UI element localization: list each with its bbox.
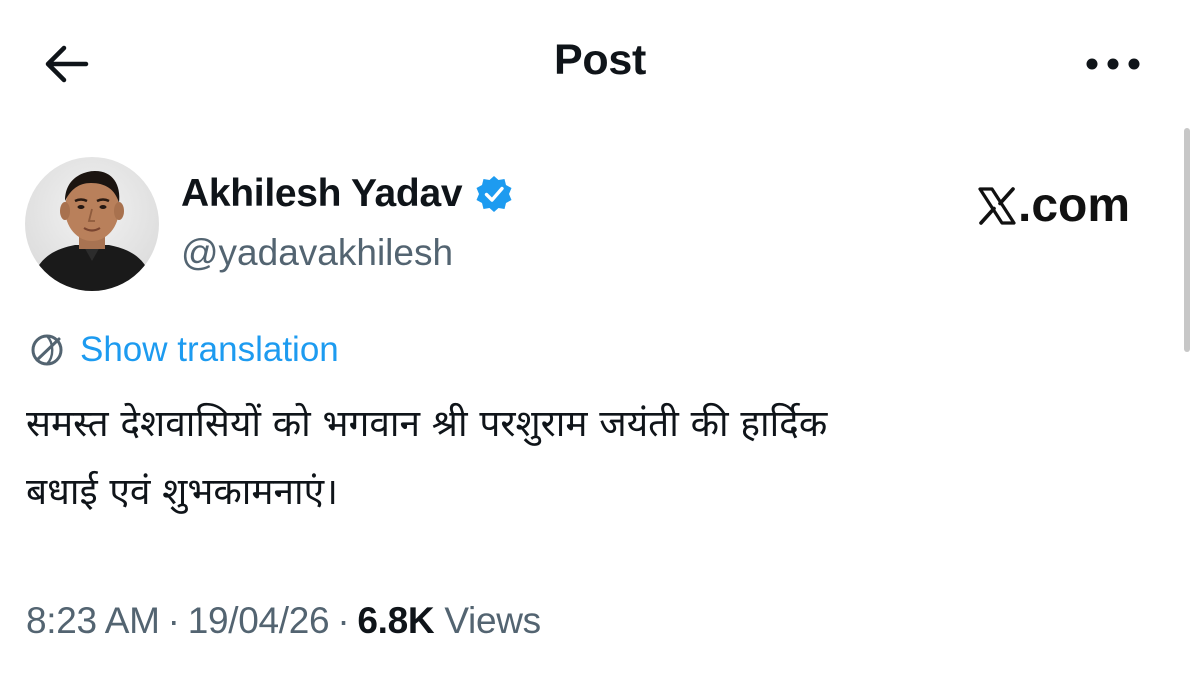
scrollbar[interactable] — [1184, 128, 1190, 352]
show-translation-label: Show translation — [80, 330, 339, 369]
avatar[interactable] — [25, 157, 159, 291]
verified-badge-icon — [476, 176, 512, 212]
meta-separator: · — [167, 600, 180, 641]
post-text: समस्त देशवासियों को भगवान श्री परशुराम ज… — [26, 402, 828, 513]
post-time[interactable]: 8:23 AM — [26, 600, 160, 642]
views-link[interactable]: 6.8K Views — [357, 600, 541, 642]
globe-icon — [31, 334, 63, 366]
author-handle[interactable]: @yadavakhilesh — [181, 232, 453, 274]
more-horizontal-icon — [1086, 58, 1140, 70]
views-label: Views — [444, 600, 541, 641]
more-options-button[interactable] — [1078, 36, 1148, 92]
page-title: Post — [554, 36, 646, 84]
x-com-watermark: .com — [978, 178, 1130, 233]
views-count: 6.8K — [357, 600, 435, 641]
post-meta: 8:23 AM · 19/04/26 · 6.8K Views — [26, 600, 541, 642]
top-bar: Post — [0, 0, 1200, 125]
profile-photo — [25, 157, 159, 291]
post-date[interactable]: 19/04/26 — [188, 600, 330, 642]
show-translation-button[interactable]: Show translation — [28, 330, 339, 370]
author-display-name: Akhilesh Yadav — [181, 172, 463, 215]
x-logo-icon — [978, 186, 1016, 225]
watermark-text: .com — [1018, 179, 1131, 232]
meta-separator: · — [337, 600, 350, 641]
author-name[interactable]: Akhilesh Yadav — [181, 172, 514, 216]
